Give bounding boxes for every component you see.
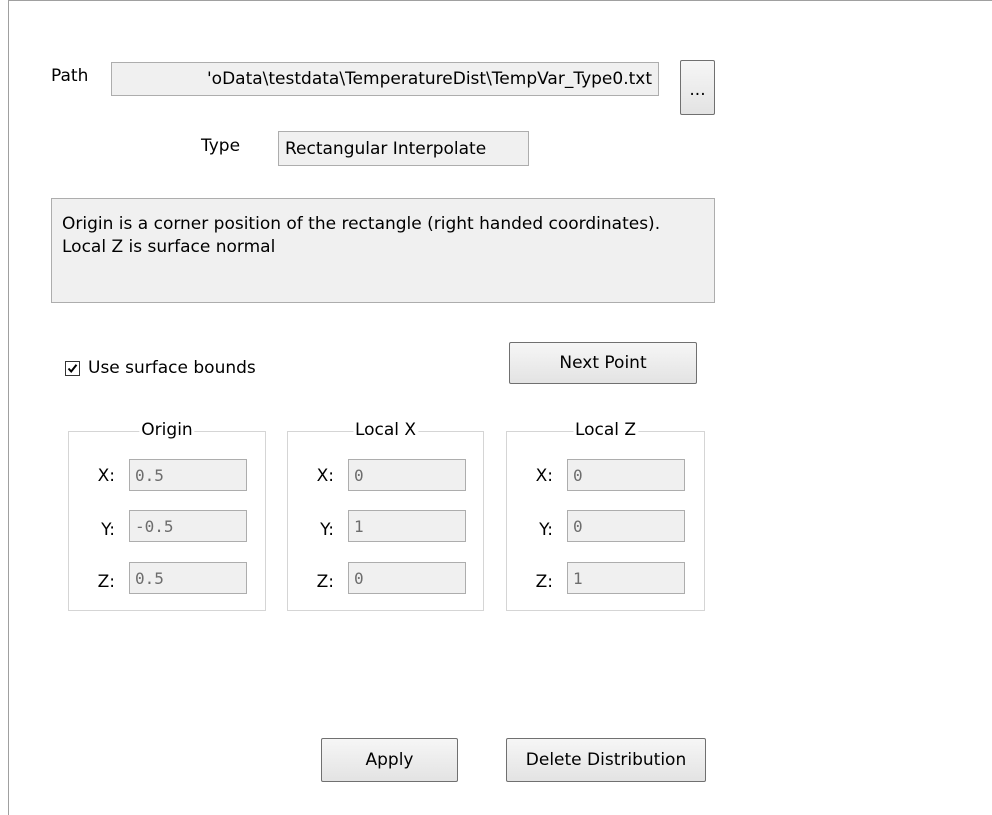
- description-text: Origin is a corner position of the recta…: [62, 214, 661, 257]
- local-z-z-label: Z:: [535, 572, 553, 592]
- apply-button[interactable]: Apply: [321, 738, 458, 782]
- origin-y-label: Y:: [101, 520, 115, 540]
- local-z-group-title: Local Z: [572, 420, 639, 440]
- checkbox-box[interactable]: [65, 360, 80, 376]
- next-point-button[interactable]: Next Point: [509, 342, 697, 384]
- local-x-group-title: Local X: [352, 420, 419, 440]
- origin-z-label: Z:: [97, 572, 115, 592]
- local-z-x-label: X:: [535, 466, 553, 486]
- check-icon: [67, 363, 78, 373]
- local-x-y-label: Y:: [320, 520, 334, 540]
- local-x-x-input[interactable]: 0: [348, 459, 466, 491]
- path-label: Path: [51, 66, 89, 86]
- origin-group: Origin X: 0.5 Y: -0.5 Z: 0.5: [68, 420, 266, 611]
- local-x-x-label: X:: [316, 466, 334, 486]
- origin-y-value: -0.5: [135, 516, 174, 536]
- origin-z-input[interactable]: 0.5: [129, 562, 247, 594]
- local-x-y-input[interactable]: 1: [348, 510, 466, 542]
- delete-distribution-button[interactable]: Delete Distribution: [506, 738, 706, 782]
- panel-border-top: [8, 0, 992, 1]
- origin-z-value: 0.5: [135, 568, 164, 588]
- local-x-group: Local X X: 0 Y: 1 Z: 0: [287, 420, 484, 611]
- panel-border: [8, 0, 9, 815]
- use-surface-bounds-checkbox[interactable]: Use surface bounds: [65, 358, 256, 378]
- path-field[interactable]: 'oData\testdata\TemperatureDist\TempVar_…: [111, 62, 659, 96]
- origin-x-value: 0.5: [135, 465, 164, 485]
- local-z-group: Local Z X: 0 Y: 0 Z: 1: [506, 420, 705, 611]
- origin-group-title: Origin: [139, 420, 195, 440]
- type-label: Type: [201, 136, 241, 156]
- local-z-x-value: 0: [573, 465, 583, 485]
- local-z-y-input[interactable]: 0: [567, 510, 685, 542]
- local-z-z-value: 1: [573, 568, 583, 588]
- local-x-x-value: 0: [354, 465, 364, 485]
- local-x-z-label: Z:: [316, 572, 334, 592]
- type-field[interactable]: Rectangular Interpolate: [278, 131, 529, 166]
- browse-button[interactable]: ...: [680, 60, 715, 115]
- local-z-y-label: Y:: [539, 520, 553, 540]
- use-surface-bounds-label: Use surface bounds: [88, 358, 256, 378]
- local-x-z-input[interactable]: 0: [348, 562, 466, 594]
- local-z-z-input[interactable]: 1: [567, 562, 685, 594]
- local-z-x-input[interactable]: 0: [567, 459, 685, 491]
- origin-x-label: X:: [97, 466, 115, 486]
- local-z-y-value: 0: [573, 516, 583, 536]
- description-box: Origin is a corner position of the recta…: [51, 198, 715, 303]
- type-value: Rectangular Interpolate: [285, 138, 487, 159]
- local-x-y-value: 1: [354, 516, 364, 536]
- path-value: 'oData\testdata\TemperatureDist\TempVar_…: [207, 69, 652, 89]
- origin-y-input[interactable]: -0.5: [129, 510, 247, 542]
- origin-x-input[interactable]: 0.5: [129, 459, 247, 491]
- local-x-z-value: 0: [354, 568, 364, 588]
